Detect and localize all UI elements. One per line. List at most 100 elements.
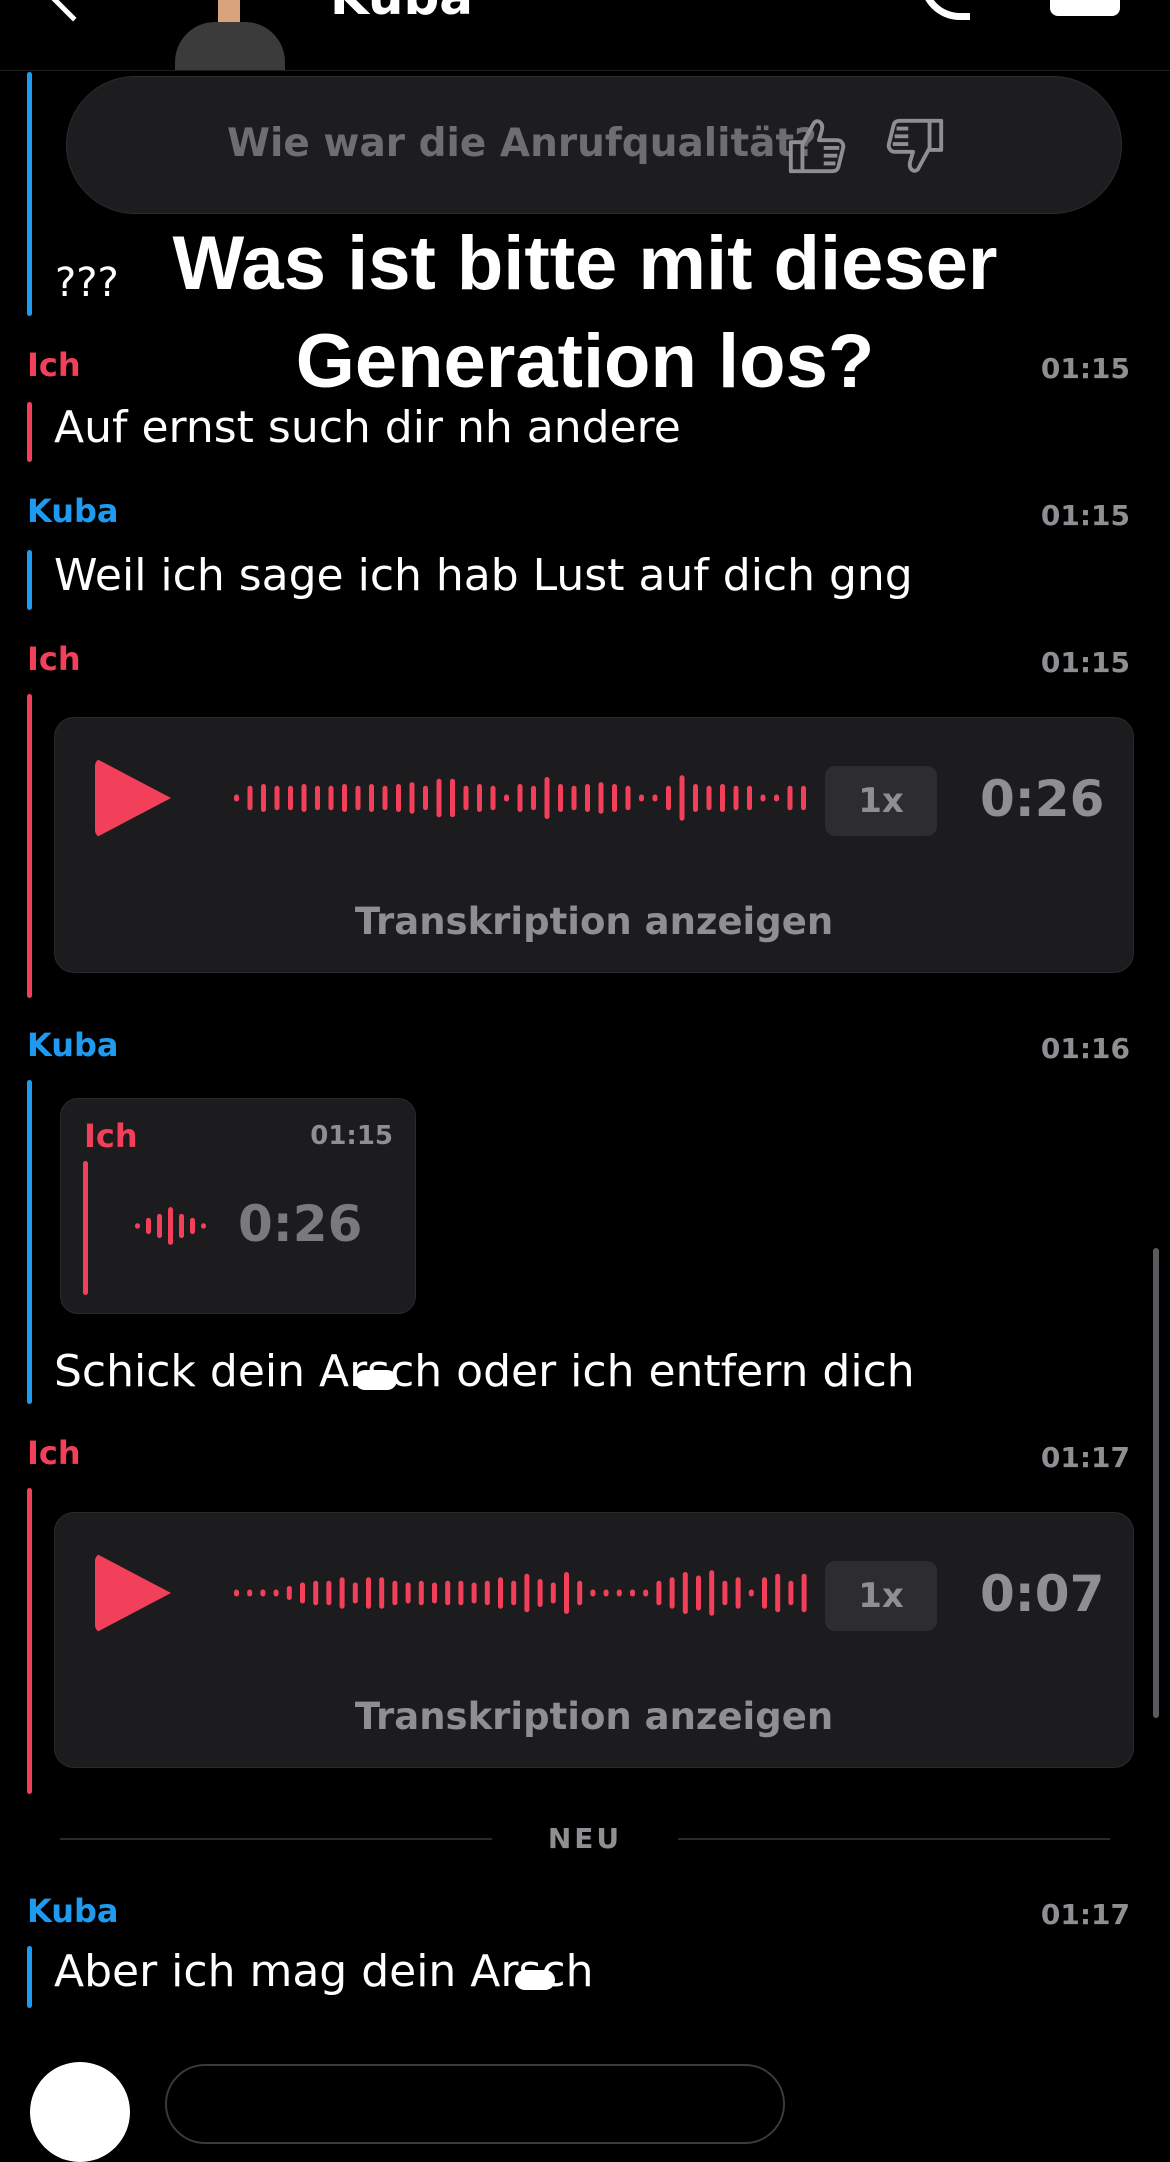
camera-button[interactable] <box>30 2062 130 2162</box>
chat-input[interactable] <box>165 2064 785 2144</box>
waveform-bar <box>788 1580 794 1606</box>
overlay-caption-line: Generation los? <box>295 319 875 404</box>
waveform-bar <box>775 1573 781 1613</box>
waveform-bar <box>315 785 320 811</box>
waveform-bar <box>369 784 374 812</box>
chat-header: Kuba <box>0 0 1170 71</box>
message-bar <box>27 694 32 998</box>
voice-duration: 0:26 <box>980 770 1105 828</box>
waveform-bar <box>722 1580 728 1606</box>
waveform-bar <box>747 785 752 811</box>
quoted-voice-note[interactable]: Ich 01:15 0:26 <box>60 1098 416 1314</box>
new-messages-divider: NEU <box>547 1822 623 1855</box>
waveform-bar <box>396 784 401 812</box>
contact-name[interactable]: Kuba <box>330 0 473 22</box>
message-time: 01:16 <box>1040 1032 1130 1065</box>
waveform-bar <box>564 1572 569 1614</box>
play-icon[interactable] <box>95 1553 171 1633</box>
call-quality-question: Wie war die Anrufqualität? <box>227 121 817 166</box>
waveform-bar <box>379 1577 385 1609</box>
waveform-bar <box>432 1582 437 1604</box>
censor-blob <box>515 1970 555 1990</box>
message-text[interactable]: Schick dein Arsch oder ich entfern dich <box>54 1346 915 1397</box>
quote-time: 01:15 <box>310 1121 393 1151</box>
waveform-bar <box>328 785 334 811</box>
waveform-bar <box>286 1586 292 1600</box>
overlay-caption: Was ist bitte mit dieser Generation los? <box>120 215 1050 411</box>
waveform-bar <box>477 784 482 812</box>
waveform-bar <box>603 1589 609 1597</box>
waveform-bar <box>748 1589 754 1597</box>
waveform-bar <box>450 778 455 818</box>
message-time: 01:17 <box>1040 1441 1130 1474</box>
thumbs-down-icon[interactable] <box>885 115 947 177</box>
waveform-bar <box>247 785 253 811</box>
waveform-bar <box>301 784 307 812</box>
waveform-bar <box>652 794 658 802</box>
play-icon[interactable] <box>95 758 171 838</box>
waveform-bar <box>190 1217 195 1235</box>
show-transcription-button[interactable]: Transkription anzeigen <box>55 900 1133 943</box>
waveform-bar <box>801 1573 807 1613</box>
waveform-bar <box>352 1582 358 1604</box>
avatar[interactable] <box>170 0 290 70</box>
playback-speed-button[interactable]: 1x <box>825 766 937 836</box>
waveform-bar <box>463 785 469 811</box>
scrollbar[interactable] <box>1153 1248 1159 1718</box>
message-text[interactable]: Aber ich mag dein Arsch <box>54 1946 594 1997</box>
waveform-bar <box>774 794 779 802</box>
waveform-bar <box>260 1589 266 1597</box>
waveform-bar <box>616 1589 622 1597</box>
divider-line <box>678 1838 1110 1840</box>
waveform-bar <box>639 794 644 802</box>
waveform-bar <box>733 785 739 811</box>
quote-sender: Ich <box>84 1117 138 1155</box>
back-arrow-icon[interactable] <box>47 0 99 22</box>
waveform-bar <box>201 1223 206 1229</box>
waveform-bar <box>313 1580 319 1606</box>
waveform-icon[interactable] <box>230 763 810 833</box>
sender-label: Kuba <box>27 1892 119 1930</box>
waveform-bar <box>666 785 671 811</box>
show-transcription-button[interactable]: Transkription anzeigen <box>55 1695 1133 1738</box>
waveform-bar <box>598 782 604 814</box>
waveform-bar <box>693 784 698 812</box>
waveform-icon[interactable] <box>230 1558 810 1628</box>
waveform-bar <box>382 785 388 811</box>
overlay-caption-line: Was ist bitte mit dieser <box>172 221 998 306</box>
waveform-bar <box>760 794 766 802</box>
waveform-bar <box>471 1582 477 1604</box>
waveform-bar <box>179 1213 184 1239</box>
message-bar <box>27 550 32 610</box>
phone-call-icon[interactable] <box>920 0 970 20</box>
thumbs-up-icon[interactable] <box>785 115 847 177</box>
message-bar <box>27 1488 32 1794</box>
playback-speed-button[interactable]: 1x <box>825 1561 937 1631</box>
waveform-bar <box>531 785 536 811</box>
sender-label: Ich <box>27 1434 81 1472</box>
message-text[interactable]: Weil ich sage ich hab Lust auf dich gng <box>54 550 913 601</box>
waveform-bar <box>168 1207 173 1245</box>
message-text: ??? <box>55 260 119 306</box>
waveform-bar <box>682 1572 688 1614</box>
quote-bar <box>83 1161 88 1295</box>
waveform-bar <box>234 1589 239 1597</box>
voice-note-card[interactable]: 1x 0:07 Transkription anzeigen <box>54 1512 1134 1768</box>
waveform-bar <box>625 785 631 811</box>
waveform-bar <box>157 1213 162 1239</box>
voice-note-card[interactable]: 1x 0:26 Transkription anzeigen <box>54 717 1134 973</box>
waveform-bar <box>656 1580 662 1606</box>
waveform-bar <box>643 1589 649 1597</box>
message-time: 01:15 <box>1040 352 1130 385</box>
video-call-icon[interactable] <box>1050 0 1120 16</box>
quote-duration: 0:26 <box>238 1195 363 1253</box>
waveform-bar <box>504 794 509 802</box>
waveform-bar <box>490 785 496 811</box>
waveform-bar <box>274 785 280 811</box>
waveform-bar <box>436 778 442 818</box>
waveform-bar <box>511 1580 517 1606</box>
waveform-bar <box>234 794 239 802</box>
waveform-bar <box>273 1589 279 1597</box>
waveform-bar <box>537 1579 543 1607</box>
waveform-bar <box>524 1573 530 1613</box>
